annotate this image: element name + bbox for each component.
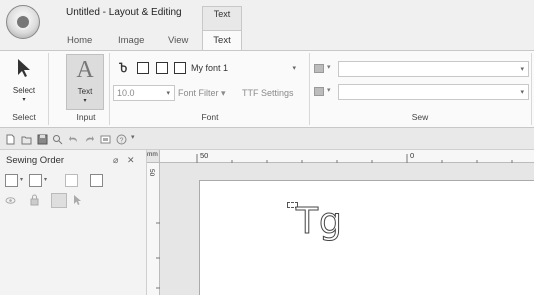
ruler-ticks	[156, 222, 160, 289]
help-icon[interactable]: ?	[116, 134, 127, 145]
chevron-down-icon: ▾	[520, 89, 524, 96]
contextual-tab-header: Text	[202, 6, 242, 30]
horizontal-ruler: 50 0	[160, 150, 534, 163]
close-panel-icon[interactable]: ✕	[127, 155, 135, 166]
application-menu-button[interactable]	[6, 5, 40, 39]
group-select-icon[interactable]	[51, 193, 67, 208]
chevron-down-icon: ▾	[292, 65, 296, 72]
zoom-icon[interactable]	[52, 134, 63, 145]
sew-group-label: Sew	[411, 112, 429, 122]
chevron-down-icon: ▾	[327, 87, 331, 94]
font-size-select[interactable]: 10.0 ▾	[113, 85, 175, 101]
group-divider	[531, 53, 532, 125]
letter-a-icon: A	[76, 57, 94, 83]
chevron-down-icon: ▾	[218, 88, 226, 98]
app-logo-icon	[15, 14, 31, 30]
color-swatch-icon	[314, 87, 324, 96]
tab-home[interactable]: Home	[67, 32, 92, 50]
truetype-font-icon: Ⴆ	[119, 63, 128, 75]
undo-icon[interactable]	[68, 134, 79, 145]
fit-view-icon[interactable]	[100, 134, 111, 145]
sew-select-1[interactable]: ▾	[338, 61, 529, 77]
ruler-label: 50	[148, 169, 155, 177]
ruler-corner: mm	[147, 150, 160, 163]
sew-select-2[interactable]: ▾	[338, 84, 529, 100]
ttf-settings-button[interactable]: TTF Settings	[242, 88, 294, 98]
save-icon[interactable]	[37, 134, 48, 145]
move-front-icon[interactable]	[65, 174, 78, 187]
font-preview-box	[137, 62, 149, 74]
text-button-label: Text	[77, 87, 93, 96]
font-name-select[interactable]: My font 1 ▾	[190, 62, 300, 76]
select-button[interactable]: Select ▾	[4, 54, 44, 110]
text-input-button[interactable]: A Text ▾	[66, 54, 104, 110]
sort-order-icon[interactable]	[29, 174, 42, 187]
chevron-down-icon[interactable]: ▾	[20, 176, 23, 183]
chevron-down-icon[interactable]: ▾	[44, 176, 47, 183]
design-page[interactable]	[199, 180, 534, 295]
font-preview-box	[174, 62, 186, 74]
sewing-order-title: Sewing Order	[6, 155, 65, 166]
pin-icon[interactable]: ⌀	[113, 155, 118, 166]
select-button-label: Select	[12, 86, 36, 95]
frame-icon[interactable]	[90, 174, 103, 187]
svg-text:?: ?	[120, 138, 124, 145]
sew-color-dropdown-2[interactable]: ▾	[313, 86, 335, 98]
ruler-ticks	[196, 154, 513, 163]
cursor-arrow-icon	[18, 59, 30, 77]
font-filter-label: Font Filter	[178, 88, 219, 98]
tab-text[interactable]: Text	[202, 30, 242, 51]
customize-toolbar-chevron-icon[interactable]: ▾	[131, 133, 135, 141]
font-group-label: Font	[201, 112, 219, 122]
redo-icon[interactable]	[84, 134, 95, 145]
select-group-label: Select	[12, 112, 36, 122]
open-folder-icon[interactable]	[21, 134, 32, 145]
chevron-down-icon: ▾	[520, 66, 524, 73]
vertical-ruler: 50	[147, 163, 160, 295]
ruler-label: 0	[410, 151, 415, 160]
group-divider	[109, 53, 110, 125]
ruler-unit: mm	[147, 151, 158, 158]
chevron-down-icon: ▾	[83, 98, 87, 104]
font-name-value: My font 1	[191, 63, 229, 73]
quick-access-toolbar	[0, 128, 534, 150]
window-title: Untitled - Layout & Editing	[66, 7, 182, 18]
color-swatch-icon	[314, 64, 324, 73]
tab-image[interactable]: Image	[118, 32, 144, 50]
embroidery-text-object[interactable]: Tg	[296, 201, 343, 242]
font-size-value: 10.0	[117, 88, 135, 98]
font-filter-button[interactable]: Font Filter ▾	[178, 88, 226, 99]
select-arrow-icon[interactable]	[72, 194, 83, 206]
new-file-icon[interactable]	[5, 134, 16, 145]
ruler-label: 50	[200, 151, 209, 160]
sew-color-dropdown-1[interactable]: ▾	[313, 63, 335, 75]
input-group-label: Input	[76, 112, 96, 122]
eye-visibility-icon[interactable]	[5, 195, 16, 206]
chevron-down-icon: ▾	[166, 90, 170, 97]
chevron-down-icon: ▾	[22, 97, 26, 103]
tab-view[interactable]: View	[168, 32, 188, 50]
group-divider	[48, 53, 49, 125]
view-mode-icon[interactable]	[5, 174, 18, 187]
font-preview-box	[156, 62, 168, 74]
lock-icon[interactable]	[29, 194, 40, 206]
chevron-down-icon: ▾	[327, 64, 331, 71]
sewing-order-panel	[0, 150, 147, 295]
